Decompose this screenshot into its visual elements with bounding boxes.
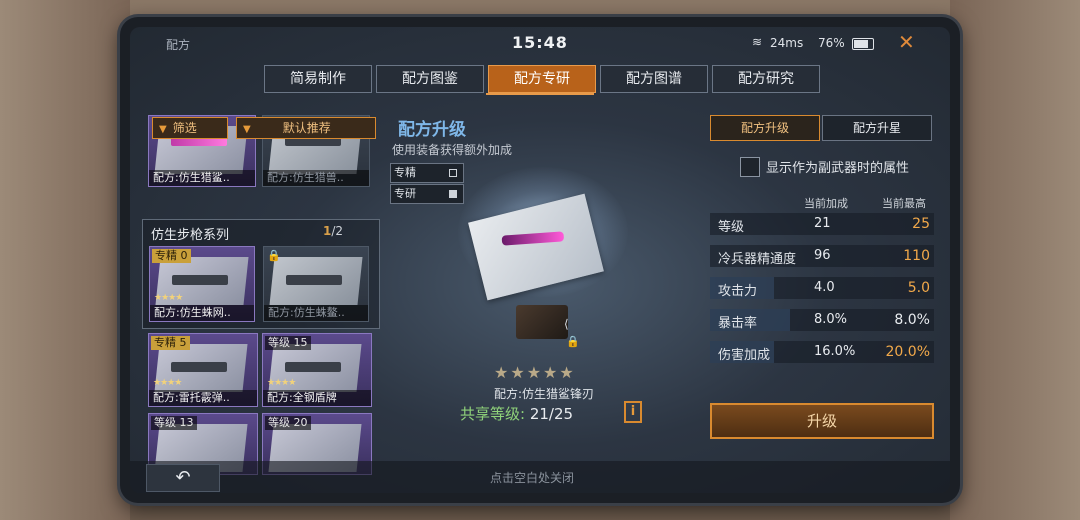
chevron-down-icon: ▼ xyxy=(159,124,167,135)
recipe-card[interactable]: 等级 15 ★★★★ 配方:全钢盾牌 xyxy=(262,333,372,407)
stat-name: 暴击率 xyxy=(718,316,758,331)
tab-recipe-atlas[interactable]: 配方图鉴 xyxy=(376,65,484,93)
recipe-card-name: 配方:仿生蛛网.. xyxy=(150,305,254,321)
secondary-weapon-checkbox[interactable] xyxy=(740,157,760,177)
stat-name: 伤害加成 xyxy=(718,348,771,363)
tab-simple-craft[interactable]: 简易制作 xyxy=(264,65,372,93)
rating-stars: ★★★★★ xyxy=(494,363,576,382)
equipment-slot[interactable] xyxy=(516,305,568,339)
filter-button[interactable]: ▼ 筛选 xyxy=(152,117,228,139)
series-group: 仿生步枪系列 1/2 专精 0 ★★★★ 配方:仿生蛛网.. 🔒 配方:仿生蛛鳌… xyxy=(142,219,380,329)
stat-name: 等级 xyxy=(718,220,745,235)
stat-current: 8.0% xyxy=(814,312,848,327)
recipe-list-panel: 配方:仿生猎鲨.. 配方:仿生猎兽.. ▼ 筛选 ▼ 默认推荐 仿生步枪系列 1/2… xyxy=(140,107,380,477)
rating-stars: ★★★★ xyxy=(153,378,182,388)
checkbox-label: 显示作为副武器时的属性 xyxy=(766,161,910,176)
stat-row: 冷兵器精通度 96 110 xyxy=(710,245,934,267)
legend: 专精 专研 xyxy=(390,163,464,205)
screen-title: 配方 xyxy=(166,38,191,52)
stat-max: 5.0 xyxy=(907,280,930,296)
legend-mastery: 专精 xyxy=(390,163,464,183)
main-tabs: 简易制作 配方图鉴 配方专研 配方图谱 配方研究 xyxy=(264,65,820,93)
tab-recipe-star-up[interactable]: 配方升星 xyxy=(822,115,932,141)
info-button[interactable]: i xyxy=(624,401,642,423)
bottom-bar: ↶ 点击空白处关闭 xyxy=(130,461,950,493)
col-max-header: 当前最高 xyxy=(882,197,926,210)
recipe-card-name: 配方:仿生蛛鳌.. xyxy=(264,305,368,321)
recipe-detail-panel: 配方升级 使用装备获得额外加成 专精 专研 ⟨ 🔒 ★★★★★ 配方:仿生猎鲨锋… xyxy=(388,107,688,427)
share-level-label: 共享等级: xyxy=(460,405,526,423)
upgrade-panel: 配方升级 配方升星 显示作为副武器时的属性 当前加成 当前最高 等级 21 25 冷兵… xyxy=(710,107,940,467)
section-title: 配方升级 xyxy=(398,120,466,140)
rating-stars: ★★★★ xyxy=(267,378,296,388)
recipe-card[interactable]: 专精 0 ★★★★ 配方:仿生蛛网.. xyxy=(149,246,255,322)
battery-icon xyxy=(852,38,874,50)
share-level: 共享等级: 21/25 xyxy=(460,403,573,424)
stat-current: 96 xyxy=(814,248,831,263)
level-badge: 等级 20 xyxy=(265,416,311,430)
stat-name: 冷兵器精通度 xyxy=(718,252,797,267)
col-current-header: 当前加成 xyxy=(804,197,848,210)
stat-row: 伤害加成 16.0% 20.0% xyxy=(710,341,934,363)
level-badge: 等级 15 xyxy=(265,336,311,350)
wifi-icon: ≋ xyxy=(752,35,763,49)
background-right xyxy=(950,0,1080,520)
stat-current: 16.0% xyxy=(814,344,856,359)
background-left xyxy=(0,0,130,520)
rating-stars: ★★★★ xyxy=(154,293,183,303)
close-icon[interactable]: ✕ xyxy=(898,30,915,54)
section-subtitle: 使用装备获得额外加成 xyxy=(392,143,513,157)
recipe-card-name: 配方:仿生猎兽.. xyxy=(263,170,369,186)
active-tab-indicator xyxy=(486,93,594,95)
recipe-card-name: 配方:仿生猎鲨.. xyxy=(149,170,255,186)
upgrade-button[interactable]: 升级 xyxy=(710,403,934,439)
clock: 15:48 xyxy=(512,33,568,52)
stat-max: 25 xyxy=(912,216,930,232)
game-screen: 配方 15:48 ≋ 24ms 76% ✕ 简易制作 配方图鉴 配方专研 配方图… xyxy=(130,27,950,493)
stat-row: 暴击率 8.0% 8.0% xyxy=(710,309,934,331)
stat-name: 攻击力 xyxy=(718,284,758,299)
battery-percent: 76% xyxy=(818,36,845,50)
stat-max: 20.0% xyxy=(885,344,930,360)
item-name: 配方:仿生猎鲨锋刃 xyxy=(493,387,595,401)
series-page-count: 1/2 xyxy=(322,224,343,238)
stat-current: 4.0 xyxy=(814,280,835,295)
tab-recipe-catalog[interactable]: 配方图谱 xyxy=(600,65,708,93)
recipe-card-name: 配方:雷托霰弹.. xyxy=(149,390,257,406)
recipe-card[interactable]: 专精 5 ★★★★ 配方:雷托霰弹.. xyxy=(148,333,258,407)
mastery-badge: 专精 5 xyxy=(151,336,190,350)
stat-max: 110 xyxy=(903,248,930,264)
level-badge: 等级 13 xyxy=(151,416,197,430)
lock-icon: 🔒 xyxy=(267,249,281,262)
stat-row: 攻击力 4.0 5.0 xyxy=(710,277,934,299)
legend-research: 专研 xyxy=(390,184,464,204)
tab-recipe-upgrade[interactable]: 配方升级 xyxy=(710,115,820,141)
recipe-card-name: 配方:全钢盾牌 xyxy=(263,390,371,406)
status-bar: 配方 15:48 ≋ 24ms 76% ✕ xyxy=(130,27,950,59)
share-level-value: 21/25 xyxy=(529,405,574,423)
tab-recipe-mastery[interactable]: 配方专研 xyxy=(488,65,596,93)
sort-dropdown[interactable]: ▼ 默认推荐 xyxy=(236,117,376,139)
close-hint: 点击空白处关闭 xyxy=(490,471,575,485)
stat-current: 21 xyxy=(814,216,831,231)
tab-recipe-research[interactable]: 配方研究 xyxy=(712,65,820,93)
series-title: 仿生步枪系列 xyxy=(151,228,230,243)
back-button[interactable]: ↶ xyxy=(146,464,220,492)
share-icon: ⟨ xyxy=(564,317,569,331)
ping-value: 24ms xyxy=(770,36,804,50)
device-frame: 配方 15:48 ≋ 24ms 76% ✕ 简易制作 配方图鉴 配方专研 配方图… xyxy=(120,17,960,503)
stat-row: 等级 21 25 xyxy=(710,213,934,235)
lock-icon: 🔒 xyxy=(566,335,580,348)
chevron-down-icon: ▼ xyxy=(243,124,251,135)
mastery-badge: 专精 0 xyxy=(152,249,191,263)
stat-max: 8.0% xyxy=(894,312,930,328)
recipe-card[interactable]: 🔒 配方:仿生蛛鳌.. xyxy=(263,246,369,322)
